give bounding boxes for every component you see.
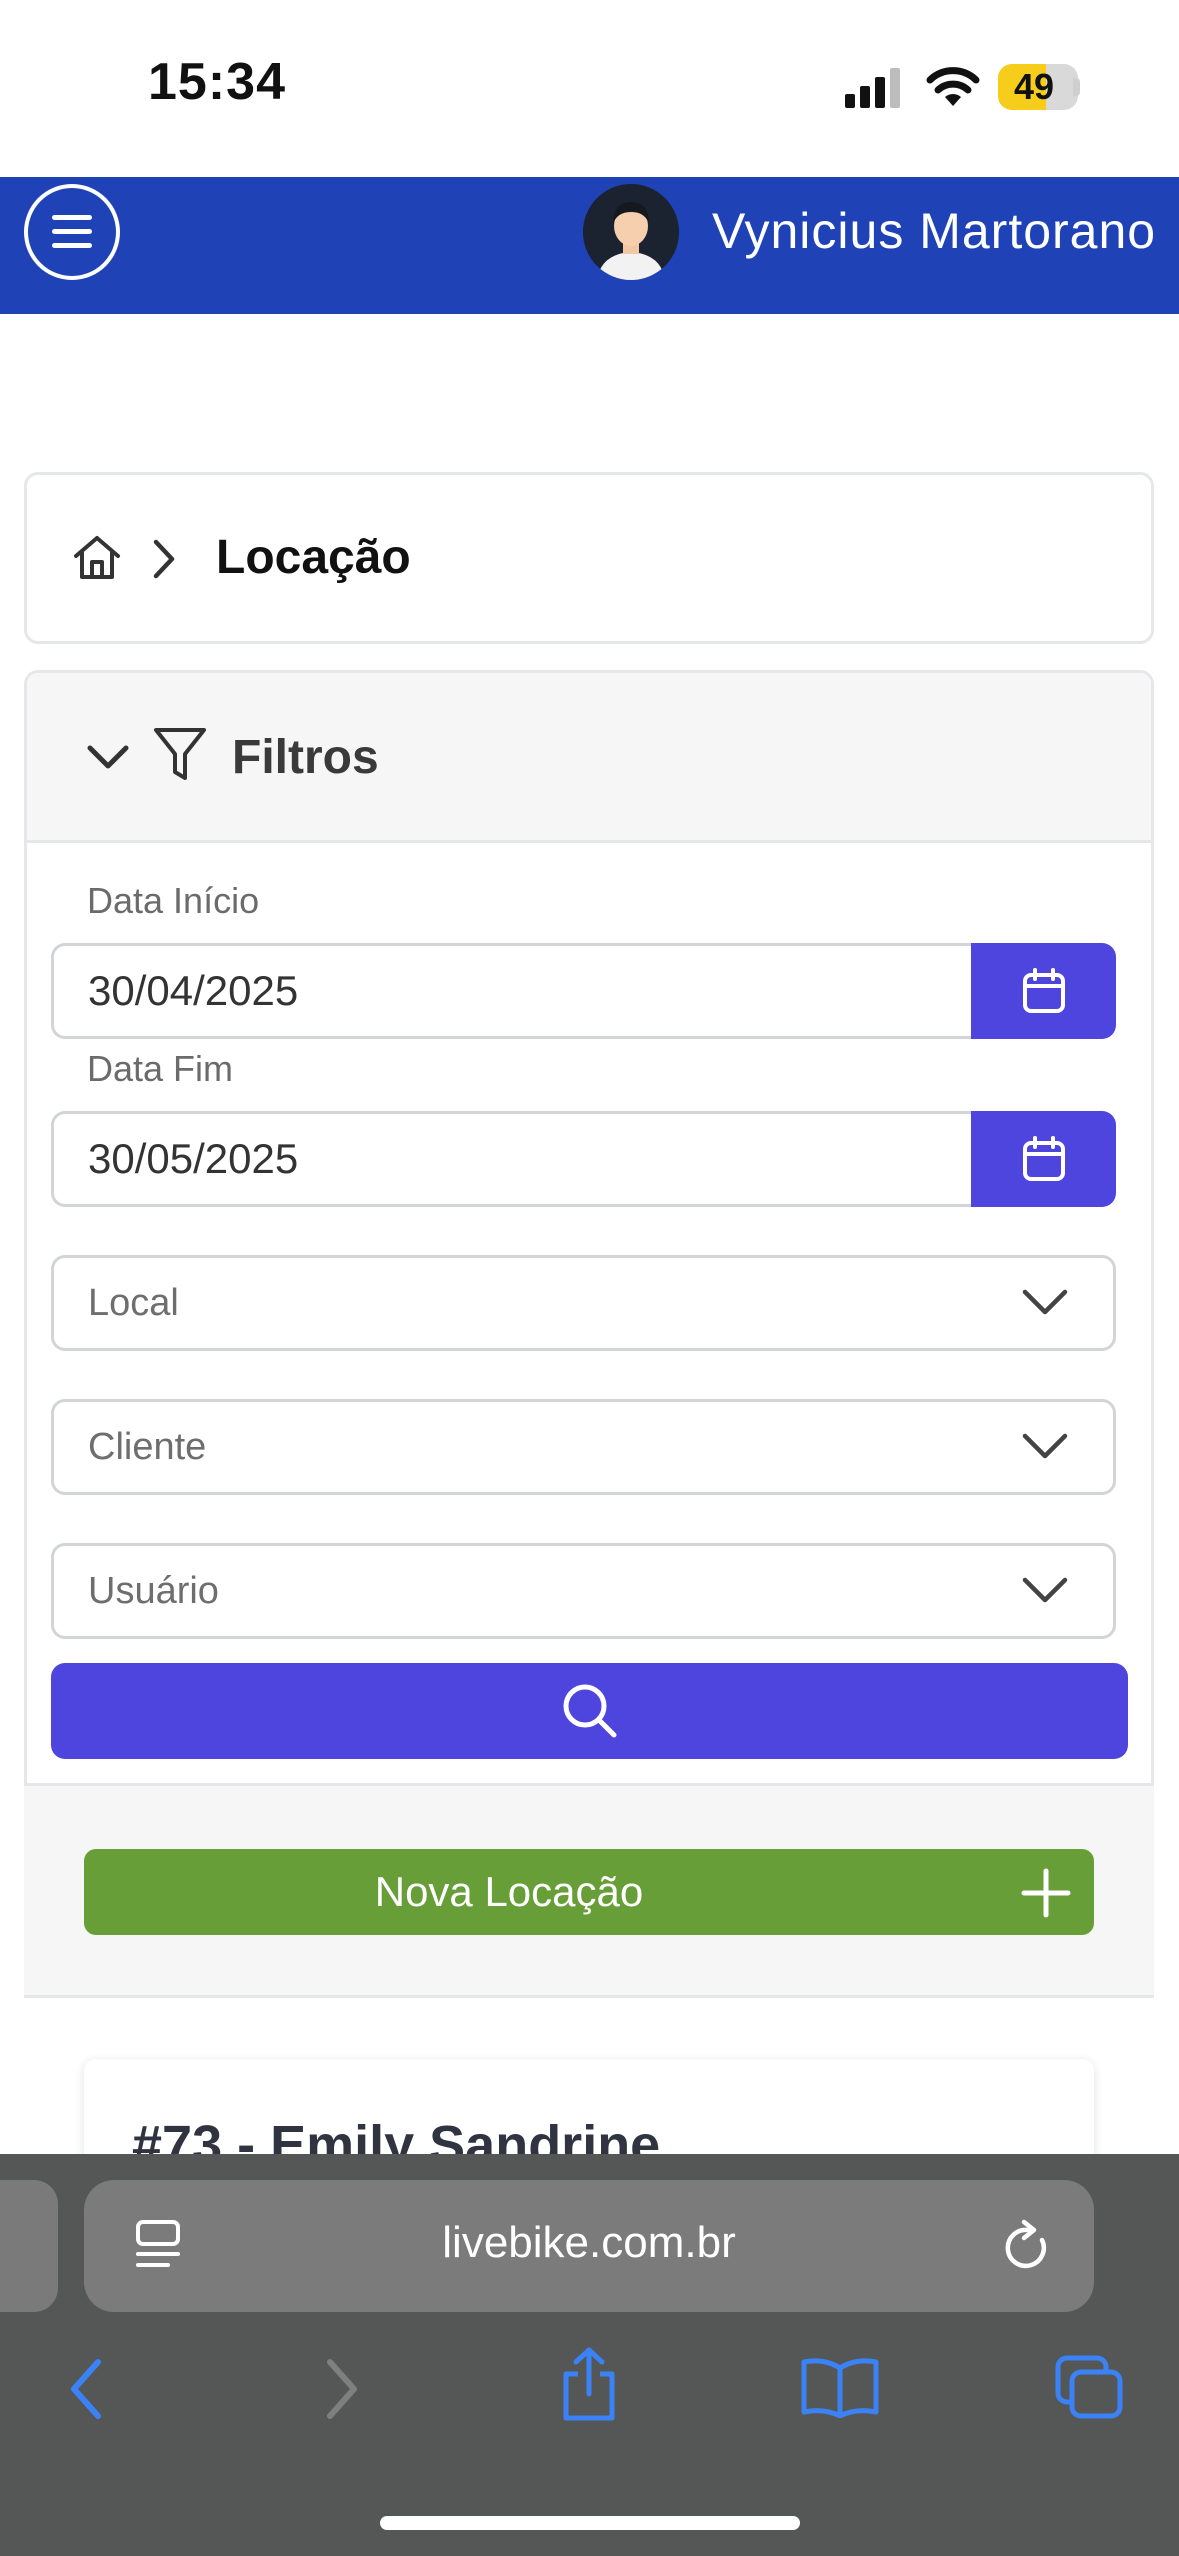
home-indicator[interactable]	[380, 2516, 800, 2530]
local-placeholder: Local	[88, 1282, 179, 1324]
bookmarks-icon[interactable]	[800, 2356, 880, 2418]
search-icon	[563, 1684, 616, 1738]
home-icon[interactable]	[72, 534, 122, 580]
user-name[interactable]: Vynicius Martorano	[712, 202, 1156, 260]
url-text[interactable]: livebike.com.br	[84, 2218, 1094, 2268]
filter-funnel-icon	[154, 728, 206, 780]
new-rental-button[interactable]: Nova Locação	[84, 1849, 1094, 1935]
cliente-placeholder: Cliente	[88, 1426, 207, 1468]
date-end-calendar-button[interactable]	[971, 1111, 1116, 1207]
status-time: 15:34	[148, 53, 286, 111]
avatar-illustration-icon	[583, 184, 679, 280]
chevron-down-icon[interactable]	[86, 740, 130, 774]
plus-icon	[1021, 1868, 1071, 1918]
chevron-down-icon	[1022, 1433, 1068, 1459]
date-start-label: Data Início	[87, 880, 260, 921]
search-button[interactable]	[51, 1663, 1128, 1759]
calendar-icon	[1022, 1136, 1065, 1181]
breadcrumb-current: Locação	[216, 531, 411, 584]
chevron-down-icon	[1022, 1577, 1068, 1603]
chevron-down-icon	[1022, 1289, 1068, 1315]
tabs-icon[interactable]	[1054, 2354, 1126, 2422]
wifi-icon	[926, 67, 980, 106]
calendar-icon	[1022, 968, 1065, 1013]
cellular-signal-icon	[845, 68, 900, 108]
date-end-label: Data Fim	[87, 1048, 234, 1089]
usuario-placeholder: Usuário	[88, 1570, 219, 1612]
filters-title: Filtros	[232, 731, 379, 784]
battery-percent: 49	[1013, 66, 1055, 107]
chevron-right-icon	[153, 539, 175, 579]
cliente-select[interactable]: Cliente	[51, 1399, 1116, 1495]
forward-icon[interactable]	[322, 2358, 362, 2420]
local-select[interactable]: Local	[51, 1255, 1116, 1351]
share-icon[interactable]	[558, 2346, 620, 2422]
hamburger-menu-button[interactable]	[24, 184, 120, 280]
user-avatar[interactable]	[583, 184, 679, 280]
date-start-calendar-button[interactable]	[971, 943, 1116, 1039]
battery-tip	[1073, 78, 1080, 96]
date-start-input[interactable]: 30/04/2025	[51, 943, 973, 1039]
date-end-input[interactable]: 30/05/2025	[51, 1111, 973, 1207]
new-rental-label: Nova Locação	[374, 1868, 644, 1915]
back-icon[interactable]	[66, 2358, 106, 2420]
usuario-select[interactable]: Usuário	[51, 1543, 1116, 1639]
reload-icon[interactable]	[1002, 2218, 1054, 2274]
breadcrumb	[24, 472, 1154, 644]
previous-tab-preview[interactable]	[0, 2180, 58, 2312]
